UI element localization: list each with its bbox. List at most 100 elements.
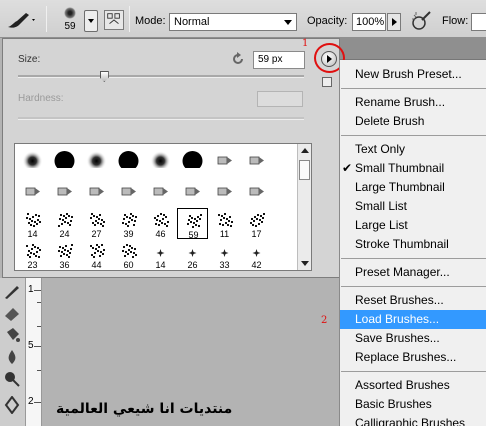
brush-hard-icon [54,151,75,168]
menu-item-label: New Brush Preset... [355,67,462,81]
brush-preset-cell[interactable]: 33 [209,239,240,270]
brush-preset-cell[interactable]: 26 [177,239,208,270]
brush-preset-cell[interactable]: 42 [241,239,272,270]
menu-item[interactable]: Stroke Thumbnail [340,235,486,254]
brush-preset-cell[interactable]: 24 [49,208,80,239]
brush-preset-cell[interactable] [81,146,112,177]
brush-grid-scrollbar[interactable] [297,144,311,270]
brush-preset-cell[interactable]: 39 [113,208,144,239]
brush-preset-dropdown-button[interactable] [84,10,98,32]
brush-preset-cell[interactable] [209,146,240,177]
menu-item[interactable]: Replace Brushes... [340,348,486,367]
brush-soft-icon [22,151,43,168]
opacity-slider-button[interactable] [387,13,401,31]
brush-preset-cell[interactable]: 27 [81,208,112,239]
ruler-tick [37,326,41,327]
brush-size-label: 23 [27,260,38,270]
menu-item[interactable]: ✔ Small Thumbnail [340,159,486,178]
brush-preset-cell[interactable]: 44 [81,239,112,270]
brush-size-label: 11 [219,229,230,239]
brush-tip-icon [217,187,232,196]
menu-item[interactable]: Calligraphic Brushes [340,414,486,426]
brush-size-label: 26 [187,260,198,270]
menu-item[interactable]: Save Brushes... [340,329,486,348]
scrollbar-thumb[interactable] [299,160,310,180]
size-slider-thumb[interactable] [99,71,109,82]
menu-separator [341,286,486,287]
hardness-input[interactable] [257,91,303,107]
brush-preset-cell[interactable]: 60 [113,239,144,270]
flyout-menu-button[interactable] [321,51,337,67]
brush-tip-icon [185,187,200,196]
mode-select[interactable]: Normal [169,13,297,31]
scroll-down-icon[interactable] [301,261,309,266]
brush-size-label: 39 [123,229,134,239]
brush-panel-toggle-icon[interactable] [104,10,124,30]
menu-item[interactable]: Basic Brushes [340,395,486,414]
scroll-up-icon[interactable] [301,148,309,153]
size-input[interactable]: 59 px [253,51,305,69]
brush-preset-preview[interactable]: 59 [57,6,83,34]
menu-item[interactable]: Delete Brush [340,112,486,131]
menu-item-label: Basic Brushes [355,397,432,411]
brush-preset-cell[interactable]: 59 [177,208,208,240]
brush-preset-cell[interactable] [113,177,144,208]
brush-preset-cell[interactable] [49,146,80,177]
brush-tool-icon[interactable] [6,10,36,30]
brush-preset-cell[interactable] [177,146,208,177]
brush-preset-cell[interactable] [145,146,176,177]
menu-item[interactable]: Large List [340,216,486,235]
brush-preset-cell[interactable]: 11 [209,208,240,239]
menu-item[interactable]: New Brush Preset... [340,65,486,84]
brush-tip-icon [121,187,136,196]
new-preset-icon[interactable] [322,77,332,87]
eraser-tool-icon[interactable] [3,304,21,322]
menu-item[interactable]: Load Brushes... [340,310,486,329]
size-slider-track[interactable] [18,75,304,78]
brush-preset-cell[interactable] [241,146,272,177]
brush-preset-cell[interactable] [49,177,80,208]
brush-soft-icon [150,151,171,168]
paint-bucket-icon[interactable] [3,326,21,344]
brush-preset-cell[interactable] [241,177,272,208]
menu-item[interactable]: Small List [340,197,486,216]
options-bar: 59 Mode: Normal Opacity: 100% Flow: [0,0,486,38]
mode-value: Normal [174,16,210,28]
brush-preset-cell[interactable] [81,177,112,208]
brush-preset-cell[interactable]: 17 [241,208,272,239]
brush-preset-cell[interactable] [145,177,176,208]
brush-preset-cell[interactable]: 23 [17,239,48,270]
brush-preset-cell[interactable]: 36 [49,239,80,270]
reset-size-icon[interactable] [231,52,245,66]
menu-item[interactable]: Reset Brushes... [340,291,486,310]
brush-preset-cell[interactable] [17,146,48,177]
hardness-slider-track[interactable] [18,117,304,120]
brush-star-icon [156,249,165,257]
menu-item[interactable]: Preset Manager... [340,263,486,282]
brush-preset-cell[interactable] [17,177,48,208]
menu-item[interactable]: Rename Brush... [340,93,486,112]
flow-label: Flow: [442,15,469,27]
brush-preset-cell[interactable] [209,177,240,208]
brush-preset-cell[interactable]: 14 [145,239,176,270]
brush-tip-icon [249,187,264,196]
brush-preset-cell[interactable] [113,146,144,177]
menu-item[interactable]: Large Thumbnail [340,178,486,197]
brush-preset-cell[interactable] [177,177,208,208]
pen-tool-icon[interactable] [3,396,21,414]
brush-tool-icon[interactable] [3,282,21,300]
brush-splat-icon [58,244,73,258]
brush-preset-cell[interactable]: 46 [145,208,176,239]
menu-item[interactable]: Assorted Brushes [340,376,486,395]
annotation-number: 2 [321,315,328,326]
dodge-tool-icon[interactable] [3,370,21,388]
airbrush-icon[interactable] [410,10,432,32]
brush-preset-cell[interactable]: 14 [17,208,48,239]
blur-tool-icon[interactable] [3,348,21,366]
menu-separator [341,258,486,259]
flow-input[interactable] [471,13,486,31]
menu-item-label: Stroke Thumbnail [355,237,449,251]
opacity-input[interactable]: 100% [352,13,386,31]
menu-item[interactable]: Text Only [340,140,486,159]
brush-size-label: 60 [123,260,134,270]
